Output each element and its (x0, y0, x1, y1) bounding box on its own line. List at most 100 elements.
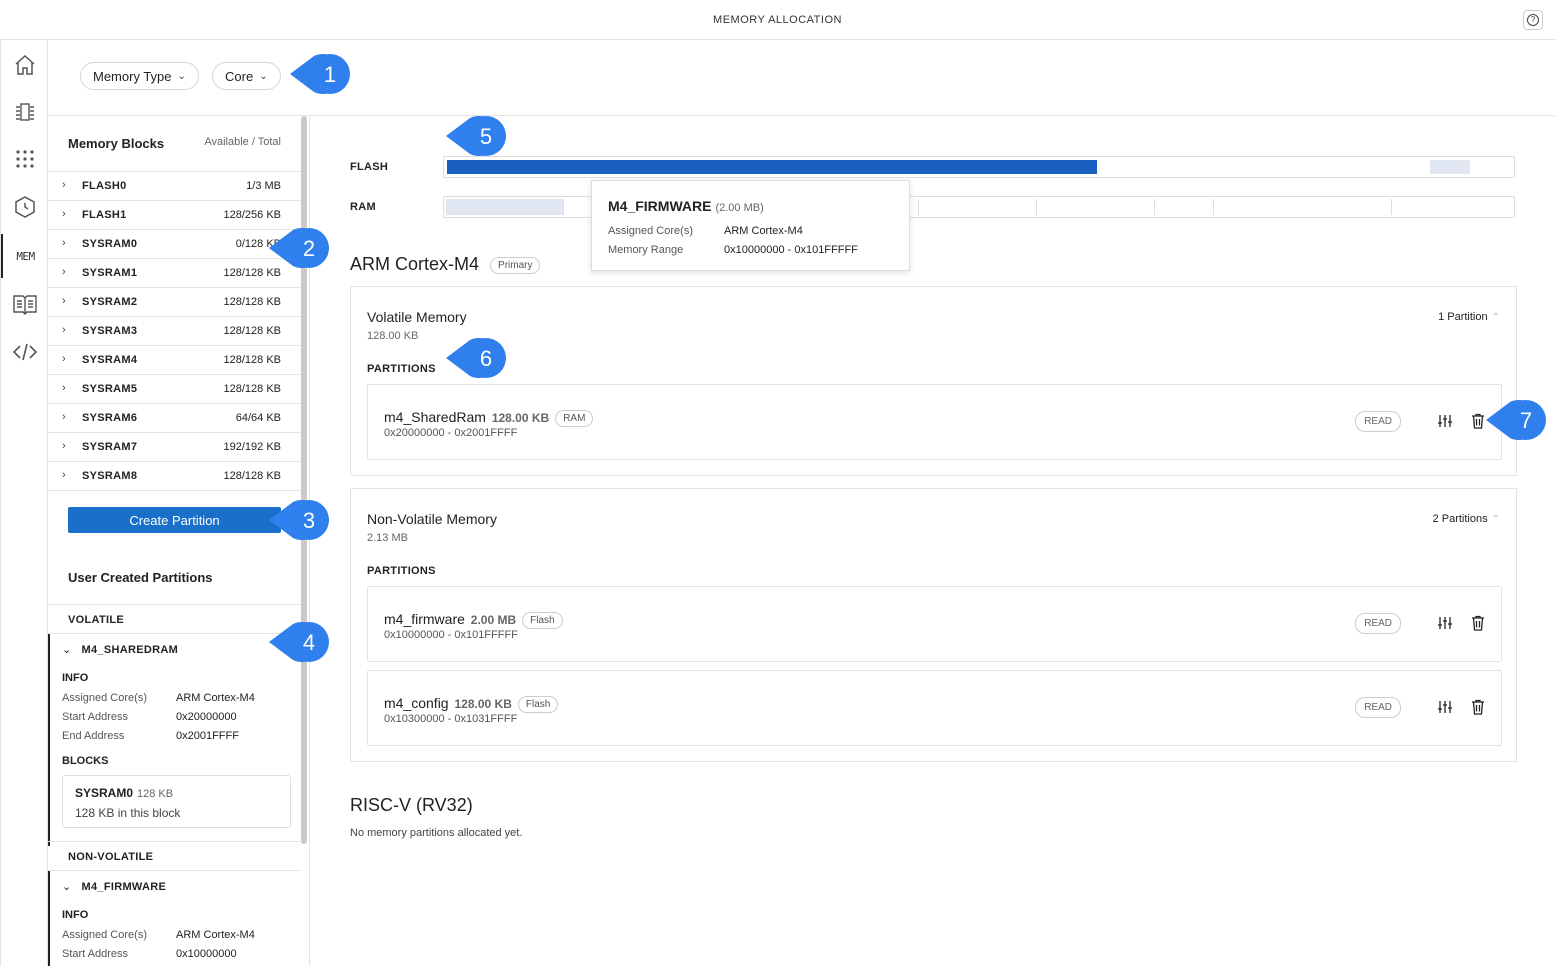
flash-used-segment[interactable] (447, 160, 1097, 174)
partition-name: M4_SHAREDRAM (81, 644, 179, 656)
callout-number: 6 (479, 346, 493, 371)
chevron-right-icon: › (62, 469, 66, 481)
window-title: MEMORY ALLOCATION (713, 14, 842, 26)
partition-detail-m4-firmware: ⌄ M4_FIRMWARE INFO Assigned Core(s) ARM C… (48, 871, 301, 966)
info-heading: INFO (62, 672, 89, 684)
ram-used-segment[interactable] (446, 199, 564, 215)
partition-count: 2 Partitions (1432, 513, 1488, 525)
partition-name: m4_SharedRam (384, 409, 486, 425)
partition-range: 0x10000000 - 0x101FFFFF (384, 629, 518, 641)
tooltip-core-value: ARM Cortex-M4 (724, 225, 803, 237)
chevron-up-icon: ⌃ (1491, 312, 1500, 323)
callout-marker: 1 (288, 52, 352, 96)
partition-card[interactable]: m4_SharedRam 128.00 KB RAM 0x20000000 - 0… (367, 384, 1502, 460)
memory-block-name: SYSRAM7 (82, 441, 138, 453)
memory-type-filter[interactable]: Memory Type ⌄ (80, 62, 199, 90)
ram-segment (1155, 199, 1214, 215)
access-badge: READ (1355, 697, 1401, 718)
callout-marker: 6 (444, 336, 508, 380)
memory-block-row[interactable]: › SYSRAM7 192/192 KB (48, 433, 301, 462)
settings-sliders-icon[interactable] (1437, 413, 1453, 429)
partition-count-toggle[interactable]: 2 Partitions ⌃ (1433, 513, 1500, 525)
volatile-section-label: VOLATILE (48, 604, 301, 634)
chevron-right-icon: › (62, 266, 66, 278)
create-partition-button[interactable]: Create Partition (68, 507, 281, 533)
chevron-down-icon: ⌄ (62, 644, 72, 656)
partition-name: m4_firmware (384, 611, 465, 627)
memory-nav-item[interactable]: MEM (1, 234, 48, 278)
chevron-right-icon: › (62, 382, 66, 394)
nonvolatile-memory-section: Non-Volatile Memory 2.13 MB 2 Partitions… (350, 488, 1517, 762)
memory-block-row[interactable]: › SYSRAM2 128/128 KB (48, 288, 301, 317)
partition-card[interactable]: m4_firmware 2.00 MB Flash 0x10000000 - 0x… (367, 586, 1502, 662)
partition-card[interactable]: m4_config 128.00 KB Flash 0x10300000 - 0x… (367, 670, 1502, 746)
core-filter[interactable]: Core ⌄ (212, 62, 281, 90)
section-size: 128.00 KB (367, 330, 419, 342)
memory-block-row[interactable]: › SYSRAM8 128/128 KB (48, 462, 301, 491)
memory-blocks-header: Memory Blocks Available / Total (48, 116, 301, 172)
callout-marker: 7 (1484, 398, 1548, 442)
access-badge: READ (1355, 613, 1401, 634)
main-content: FLASH RAM ARM Cortex-M4 Primary Volatile… (310, 116, 1555, 966)
core-title-arm: ARM Cortex-M4 Primary (350, 254, 541, 275)
memory-block-row[interactable]: › SYSRAM5 128/128 KB (48, 375, 301, 404)
memory-block-row[interactable]: › SYSRAM3 128/128 KB (48, 317, 301, 346)
core-filter-label: Core (225, 68, 254, 84)
block-card: SYSRAM0 128 KB 128 KB in this block (62, 775, 291, 828)
user-partitions-title: User Created Partitions (68, 570, 213, 585)
clock-nav-icon[interactable] (1, 185, 48, 229)
filter-bar: Memory Type ⌄ Core ⌄ (48, 40, 1555, 116)
partition-size: 2.00 MB (470, 613, 517, 627)
start-value: 0x10000000 (176, 948, 237, 960)
partition-header[interactable]: ⌄ M4_SHAREDRAM (62, 643, 178, 656)
memory-block-row[interactable]: › SYSRAM0 0/128 KB (48, 230, 301, 259)
memory-block-row[interactable]: › SYSRAM6 64/64 KB (48, 404, 301, 433)
memory-block-availability: 128/128 KB (223, 470, 282, 482)
memory-block-row[interactable]: › FLASH0 1/3 MB (48, 172, 301, 201)
tooltip-range-value: 0x10000000 - 0x101FFFFF (724, 244, 858, 256)
chevron-right-icon: › (62, 324, 66, 336)
memory-block-name: SYSRAM4 (82, 354, 138, 366)
partition-type-tag: Flash (522, 611, 563, 629)
memory-block-availability: 192/192 KB (223, 441, 282, 453)
chevron-down-icon: ⌄ (177, 70, 186, 82)
home-nav-icon[interactable] (1, 43, 48, 87)
access-badge: READ (1355, 411, 1401, 432)
trash-icon[interactable] (1471, 615, 1485, 631)
chevron-right-icon: › (62, 295, 66, 307)
ram-segment (1214, 199, 1392, 215)
partition-name: m4_config (384, 695, 449, 711)
start-key: Start Address (62, 948, 129, 960)
memory-block-row[interactable]: › SYSRAM1 128/128 KB (48, 259, 301, 288)
memory-block-row[interactable]: › FLASH1 128/256 KB (48, 201, 301, 230)
end-key: End Address (62, 730, 125, 742)
code-nav-icon[interactable] (1, 330, 48, 374)
callout-number: 7 (1519, 408, 1533, 433)
partition-count-toggle[interactable]: 1 Partition ⌃ (1438, 311, 1500, 323)
flash-config-segment[interactable] (1430, 160, 1470, 174)
pins-nav-icon[interactable] (1, 137, 48, 181)
partition-range: 0x20000000 - 0x2001FFFF (384, 427, 518, 439)
tooltip-size: (2.00 MB) (715, 202, 764, 214)
partition-header[interactable]: ⌄ M4_FIRMWARE (62, 880, 166, 893)
memory-block-row[interactable]: › SYSRAM4 128/128 KB (48, 346, 301, 375)
memory-block-availability: 128/128 KB (223, 354, 282, 366)
docs-nav-icon[interactable] (1, 282, 48, 326)
chip-nav-icon[interactable] (1, 90, 48, 134)
settings-sliders-icon[interactable] (1437, 699, 1453, 715)
section-title: Non-Volatile Memory (367, 511, 497, 527)
memory-block-availability: 1/3 MB (246, 180, 281, 192)
nonvolatile-section-label: NON-VOLATILE (48, 841, 301, 871)
callout-marker: 4 (267, 620, 331, 664)
partition-size: 128.00 KB (491, 411, 550, 425)
callout-number: 4 (302, 630, 316, 655)
memory-blocks-subtitle: Available / Total (204, 136, 281, 148)
end-value: 0x2001FFFF (176, 730, 239, 742)
trash-icon[interactable] (1471, 699, 1485, 715)
trash-icon[interactable] (1471, 413, 1485, 429)
help-button[interactable]: ? (1523, 10, 1543, 30)
settings-sliders-icon[interactable] (1437, 615, 1453, 631)
flash-usage-bar[interactable] (443, 156, 1515, 178)
memory-block-name: SYSRAM0 (82, 238, 138, 250)
core-title-riscv: RISC-V (RV32) (350, 795, 473, 815)
